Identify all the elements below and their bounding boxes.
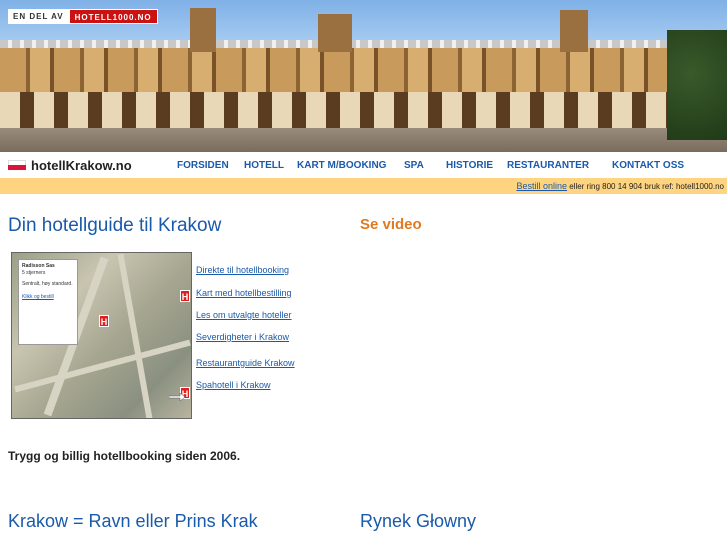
hotel-marker-icon[interactable]: H	[180, 290, 190, 302]
page-title: Din hotellguide til Krakow	[8, 215, 222, 236]
badge-prefix: EN DEL AV	[8, 9, 69, 24]
card-hotel-name: Radisson Sas	[22, 263, 55, 269]
card-hotel-stars: 5 stjerners	[22, 270, 46, 276]
link-utvalgte-hoteller[interactable]: Les om utvalgte hoteller	[196, 310, 292, 320]
header-banner: EN DEL AV HOTELL1000.NO	[0, 0, 727, 152]
nav-historie[interactable]: HISTORIE	[446, 160, 493, 171]
nav-spa[interactable]: SPA	[404, 160, 424, 171]
section-heading-rynek: Rynek Głowny	[360, 511, 477, 531]
card-hotel-desc: Sentralt, høy standard.	[22, 281, 73, 287]
hotel-map[interactable]: Radisson Sas 5 stjerners Sentralt, høy s…	[11, 252, 192, 419]
link-spahotell[interactable]: Spahotell i Krakow	[196, 380, 271, 390]
tagline: Trygg og billig hotellbooking siden 2006…	[8, 449, 241, 463]
link-hotellbooking[interactable]: Direkte til hotellbooking	[196, 265, 289, 275]
video-heading: Se video	[360, 216, 422, 233]
nav-forsiden[interactable]: FORSIDEN	[177, 160, 229, 171]
partner-badge[interactable]: EN DEL AV HOTELL1000.NO	[8, 9, 158, 24]
site-logo[interactable]: hotellKrakow.no	[8, 158, 168, 173]
card-book-link[interactable]: Klikk og bestill	[22, 294, 74, 301]
banner-trees	[667, 30, 727, 140]
nav-hotell[interactable]: HOTELL	[244, 160, 284, 171]
nav-kart-booking[interactable]: KART M/BOOKING	[297, 160, 386, 171]
banner-tower-left	[190, 8, 216, 52]
nav-kontakt-oss[interactable]: KONTAKT OSS	[612, 160, 684, 171]
booking-infobar: Bestill online eller ring 800 14 904 bru…	[0, 178, 727, 194]
hotel-marker-icon[interactable]: H	[99, 315, 109, 327]
poland-flag-icon	[8, 160, 26, 170]
arrow-right-icon	[169, 393, 185, 401]
booking-phone-text: eller ring 800 14 904 bruk ref: hotell10…	[567, 182, 724, 191]
map-road	[117, 253, 153, 418]
book-online-link[interactable]: Bestill online	[516, 181, 567, 191]
banner-arcade	[0, 92, 727, 128]
navbar: hotellKrakow.no FORSIDEN HOTELL KART M/B…	[0, 152, 727, 178]
section-heading-krakow: Krakow = Ravn eller Prins Krak	[8, 511, 258, 531]
map-hotel-card[interactable]: Radisson Sas 5 stjerners Sentralt, høy s…	[18, 259, 78, 345]
banner-tower-center	[318, 14, 352, 52]
link-severdigheter[interactable]: Severdigheter i Krakow	[196, 332, 289, 342]
map-road	[14, 339, 191, 393]
banner-tower-right	[560, 10, 588, 52]
link-restaurantguide[interactable]: Restaurantguide Krakow	[196, 358, 295, 368]
link-kart-hotellbestilling[interactable]: Kart med hotellbestilling	[196, 288, 292, 298]
nav-restauranter[interactable]: RESTAURANTER	[507, 160, 589, 171]
badge-brand[interactable]: HOTELL1000.NO	[68, 9, 158, 24]
logo-text: hotellKrakow.no	[31, 157, 132, 173]
banner-square	[0, 128, 727, 152]
